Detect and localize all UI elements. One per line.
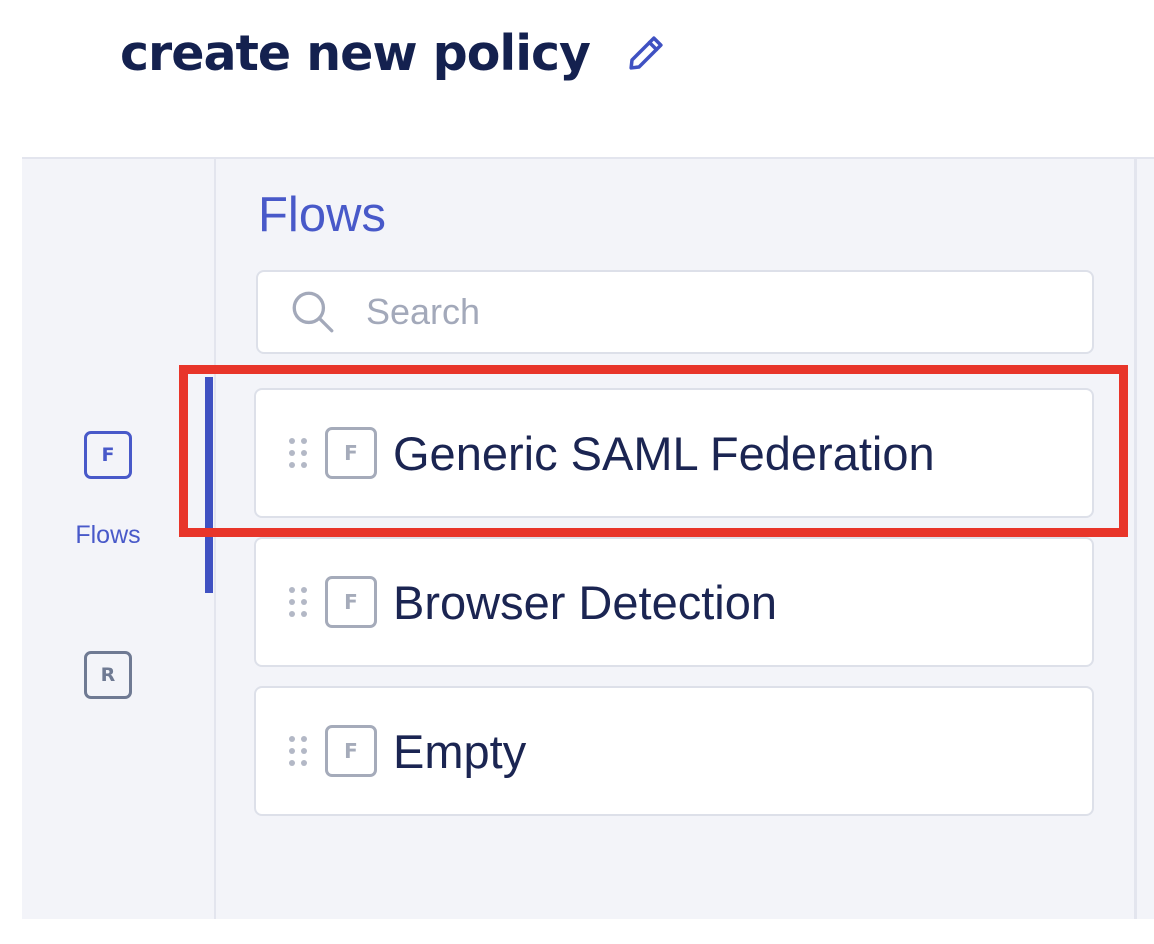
panel-divider bbox=[1134, 159, 1137, 919]
flow-badge-icon: F bbox=[325, 725, 377, 777]
active-rail-indicator bbox=[205, 377, 213, 593]
flow-item[interactable]: F Browser Detection bbox=[254, 537, 1094, 667]
drag-handle-icon[interactable] bbox=[286, 436, 310, 470]
pencil-icon bbox=[629, 36, 663, 70]
drag-handle-icon[interactable] bbox=[286, 734, 310, 768]
flows-panel-title: Flows bbox=[258, 188, 386, 242]
flows-badge-icon: F bbox=[84, 431, 132, 479]
rail-item-flows-label: Flows bbox=[75, 521, 141, 549]
rules-badge-icon: R bbox=[84, 651, 132, 699]
flow-name: Generic SAML Federation bbox=[393, 426, 935, 480]
search-icon bbox=[288, 286, 340, 338]
flow-name: Browser Detection bbox=[393, 575, 777, 629]
page-title: create new policy bbox=[120, 24, 591, 82]
policy-editor: F Flows R Flows F Generic SAML Federatio… bbox=[22, 157, 1154, 919]
flow-badge-icon: F bbox=[325, 427, 377, 479]
search-input[interactable] bbox=[364, 290, 1048, 334]
rail-item-rules[interactable]: R bbox=[22, 651, 214, 699]
page-header: create new policy bbox=[120, 18, 668, 88]
drag-handle-icon[interactable] bbox=[286, 585, 310, 619]
rail-item-flows[interactable]: F Flows bbox=[22, 431, 214, 550]
flow-item[interactable]: F Generic SAML Federation bbox=[254, 388, 1094, 518]
flow-item[interactable]: F Empty bbox=[254, 686, 1094, 816]
side-rail: F Flows R bbox=[22, 159, 216, 919]
flow-list: F Generic SAML Federation F Browser Dete… bbox=[254, 388, 1094, 835]
edit-title-button[interactable] bbox=[624, 31, 668, 75]
search-box bbox=[256, 270, 1094, 354]
flow-badge-icon: F bbox=[325, 576, 377, 628]
flow-name: Empty bbox=[393, 724, 527, 778]
